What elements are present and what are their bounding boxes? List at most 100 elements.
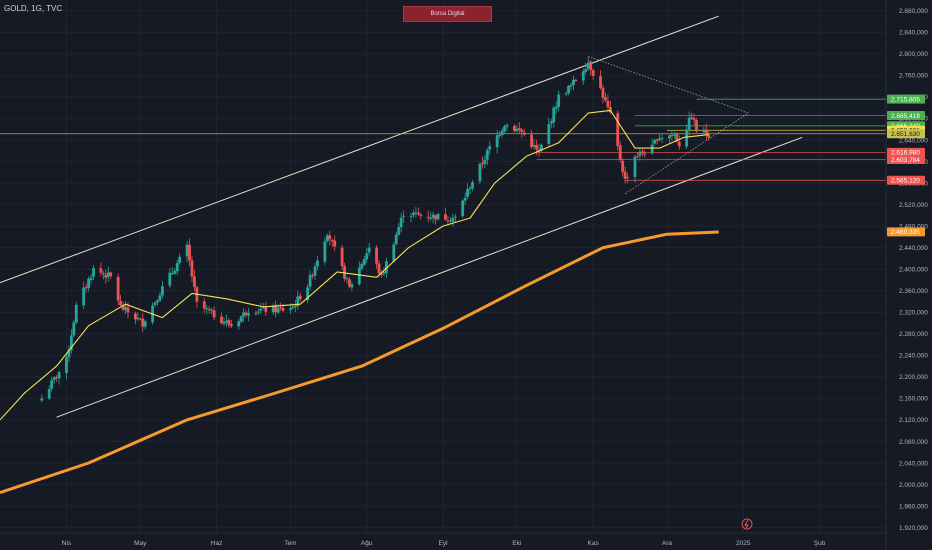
price-tick-label: 2.880,000 [899, 8, 928, 15]
candle-body [205, 308, 209, 310]
candle-body [156, 300, 159, 303]
candle-body [677, 141, 681, 147]
time-tick-label: 2025 [736, 540, 751, 547]
candle-body [124, 306, 127, 310]
time-tick-label: Şub [814, 540, 826, 547]
candle-body [535, 144, 538, 150]
candle-body [52, 377, 56, 381]
price-tick-label: 2.200,000 [899, 374, 928, 381]
candle-body [190, 260, 194, 277]
candle-body [414, 212, 418, 214]
candle-body [601, 87, 605, 98]
price-tick-label: 2.760,000 [899, 73, 928, 80]
candle-body [695, 120, 698, 132]
candle-body [74, 304, 78, 323]
price-chart[interactable]: 1.920,000 1.960,000 2.000,000 2.040,000 2.08… [0, 0, 932, 550]
candle-body [412, 212, 415, 216]
candle-body [254, 313, 258, 315]
candle-body [419, 214, 423, 216]
price-tick-label: 2.400,000 [899, 266, 928, 273]
candle-body [193, 276, 196, 287]
time-tick-label: Ağu [361, 540, 373, 547]
candle-body [702, 129, 706, 133]
candle-body [293, 305, 297, 307]
candle-body [173, 271, 177, 274]
candle-body [99, 268, 103, 273]
candle-body [429, 218, 433, 220]
candle-body [604, 97, 607, 101]
candle-body [333, 240, 337, 247]
candle-body [640, 151, 644, 154]
candle-body [434, 215, 438, 220]
candle-body [289, 308, 292, 311]
time-tick-label: Tem [284, 540, 296, 547]
candle-body [591, 70, 595, 76]
candle-body [564, 93, 568, 95]
candle-body [375, 247, 378, 264]
channel-upper-line [0, 15, 719, 284]
candle-body [520, 129, 524, 132]
candle-body [229, 324, 233, 327]
candle-body [480, 163, 484, 165]
candle-body [360, 263, 364, 269]
time-tick-label: Eki [512, 540, 521, 547]
candle-body [586, 62, 590, 69]
candle-body [298, 295, 302, 300]
price-tick-label: 2.520,000 [899, 202, 928, 209]
candle-body [340, 247, 344, 267]
candle-body [638, 151, 642, 156]
price-tick-label: 2.080,000 [899, 439, 928, 446]
candle-body [495, 135, 499, 148]
candle-body [136, 317, 140, 320]
candle-body [643, 153, 647, 155]
candle-body [143, 321, 147, 327]
candle-body [55, 377, 59, 379]
candle-body [50, 380, 54, 389]
candle-body [399, 217, 403, 228]
candle-body [330, 239, 334, 242]
candle-body [599, 76, 602, 88]
candle-body [446, 220, 450, 222]
candle-body [636, 156, 639, 158]
candle-body [547, 124, 551, 144]
candle-body [308, 275, 312, 287]
candle-body [101, 273, 105, 275]
candle-body [222, 321, 226, 324]
candle-body [402, 215, 406, 217]
candle-body [161, 286, 164, 296]
candle-body [397, 227, 401, 235]
price-tick-label: 2.640,000 [899, 137, 928, 144]
symbol-label: GOLD, 1G, TVC [4, 4, 63, 13]
candle-body [153, 302, 157, 305]
candle-body [104, 274, 108, 278]
candle-body [158, 295, 162, 301]
candle-body [567, 85, 570, 94]
candle-body [483, 159, 487, 164]
candle-body [87, 278, 90, 289]
level-badge-label: 2.469,335 [891, 229, 920, 236]
candle-body [468, 188, 472, 190]
candle-body [687, 117, 691, 130]
candle-body [444, 214, 447, 220]
candle-body [431, 214, 435, 218]
candle-body [365, 253, 369, 260]
price-tick-label: 2.320,000 [899, 310, 928, 317]
candle-body [244, 312, 248, 315]
candle-body [242, 312, 246, 317]
candle-body [616, 113, 620, 147]
time-tick-label: Ara [662, 540, 673, 547]
candle-body [106, 272, 110, 277]
price-tick-label: 1.960,000 [899, 503, 928, 510]
candle-body [500, 130, 504, 136]
candle-body [362, 259, 366, 265]
candle-body [57, 372, 61, 379]
candle-body [653, 140, 657, 144]
price-tick-label: 1.920,000 [899, 525, 928, 532]
candle-body [606, 100, 610, 108]
candle-body [316, 260, 319, 267]
candle-body [227, 320, 231, 325]
candle-body [377, 263, 381, 274]
brand-banner[interactable]: Borsa Digital [403, 6, 492, 22]
candle-body [505, 125, 509, 127]
time-tick-label: Kas [588, 540, 600, 547]
